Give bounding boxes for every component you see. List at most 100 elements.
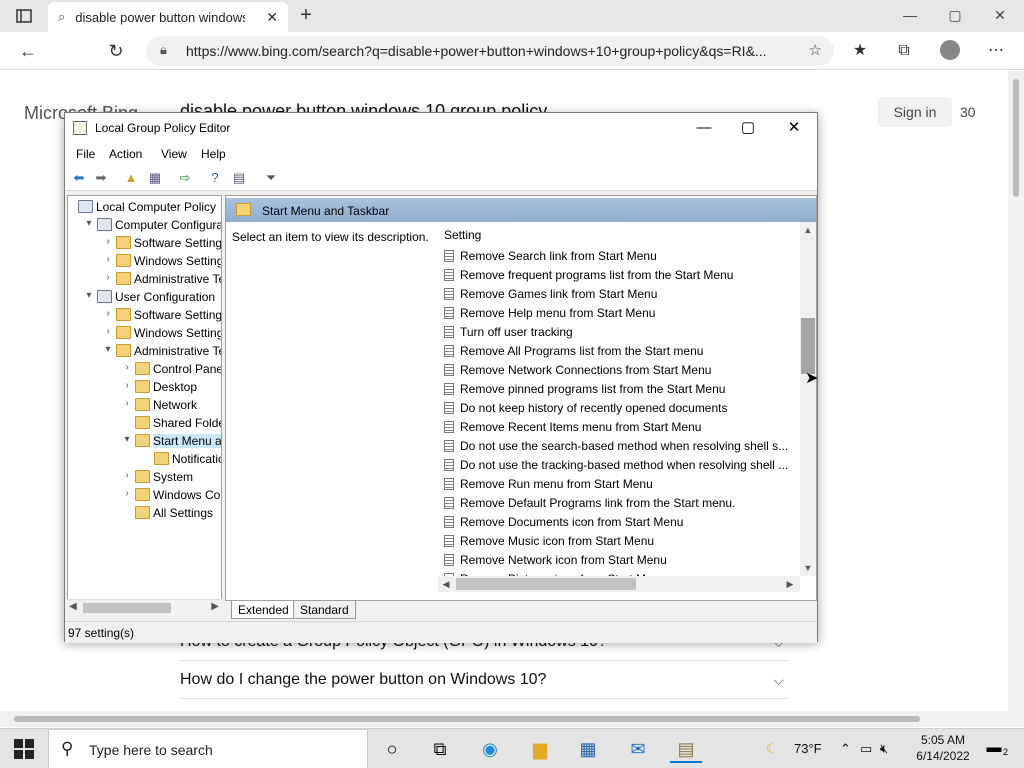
setting-row[interactable]: Remove Help menu from Start Menu	[442, 303, 800, 322]
show-hidden-icons-icon[interactable]: ⌃	[840, 741, 851, 757]
tree-expander-icon[interactable]: ›	[121, 470, 133, 481]
browser-tab[interactable]: ⌕ disable power button windows 10 group …	[48, 2, 288, 32]
setting-row[interactable]: Remove frequent programs list from the S…	[442, 265, 800, 284]
properties-icon[interactable]: ▤	[229, 169, 249, 187]
scroll-left-icon[interactable]: ◀	[438, 576, 454, 592]
store-app-button[interactable]: ▦	[572, 735, 604, 763]
tree-expander-icon[interactable]: ▾	[121, 434, 133, 445]
taskbar-search-box[interactable]: ⚲ Type here to search	[48, 729, 368, 768]
tree-item[interactable]: › Windows Settings	[68, 252, 221, 270]
tree-expander-icon[interactable]: ›	[121, 488, 133, 499]
tree-item[interactable]: › Software Settings	[68, 234, 221, 252]
tree-expander-icon[interactable]: ›	[121, 362, 133, 373]
weather-temp[interactable]: 73°F	[794, 741, 822, 756]
tree-item[interactable]: Notifications	[68, 450, 221, 468]
setting-row[interactable]: Remove Run menu from Start Menu	[442, 474, 800, 493]
tree-item[interactable]: ▾ Start Menu and Taskbar	[68, 432, 221, 450]
tree-item[interactable]: Shared Folders	[68, 414, 221, 432]
tab-extended[interactable]: Extended	[231, 601, 296, 619]
settings-horizontal-scrollbar[interactable]: ◀ ▶	[438, 576, 800, 592]
tree-expander-icon[interactable]: ›	[102, 236, 114, 247]
task-view-button[interactable]: ⧉	[424, 735, 456, 763]
tree-item[interactable]: › Network	[68, 396, 221, 414]
settings-hscroll-thumb[interactable]	[456, 578, 636, 590]
back-arrow-icon[interactable]: ⬅	[69, 169, 89, 187]
setting-row[interactable]: Turn off user tracking	[442, 322, 800, 341]
up-folder-icon[interactable]: ▲	[121, 169, 141, 187]
scroll-up-icon[interactable]: ▲	[800, 222, 816, 238]
tree-item[interactable]: › Desktop	[68, 378, 221, 396]
new-tab-button[interactable]: +	[296, 4, 316, 28]
favorites-button[interactable]: ★	[848, 40, 872, 62]
menu-file[interactable]: File	[76, 147, 95, 161]
profile-button[interactable]	[938, 40, 962, 62]
setting-row[interactable]: Do not keep history of recently opened d…	[442, 398, 800, 417]
tree-expander-icon[interactable]: ›	[102, 254, 114, 265]
export-list-icon[interactable]: ⇨	[175, 169, 195, 187]
notification-center-button[interactable]: ▬ 2	[984, 739, 1009, 757]
setting-row[interactable]: Remove Default Programs link from the St…	[442, 493, 800, 512]
tree-expander-icon[interactable]: ▾	[83, 290, 95, 301]
add-favorite-icon[interactable]: ☆	[809, 41, 822, 59]
settings-vertical-scrollbar[interactable]: ▲ ▼	[800, 222, 816, 576]
gpe-taskbar-button[interactable]: ▤	[670, 735, 702, 763]
tree-horizontal-scrollbar[interactable]: ◀ ▶	[67, 599, 222, 615]
setting-row[interactable]: Remove Pictures icon from Start Menu	[442, 569, 800, 576]
sign-in-button[interactable]: Sign in	[878, 97, 952, 127]
menu-action[interactable]: Action	[109, 147, 142, 161]
setting-row[interactable]: Remove Documents icon from Start Menu	[442, 512, 800, 531]
gpe-title-bar[interactable]: Local Group Policy Editor — ▢ ✕	[65, 113, 817, 143]
tree-expander-icon[interactable]: ▾	[83, 218, 95, 229]
setting-row[interactable]: Remove Search link from Start Menu	[442, 246, 800, 265]
tree-expander-icon[interactable]: ▾	[102, 344, 114, 355]
setting-column-header[interactable]: Setting	[438, 222, 802, 244]
scroll-right-icon[interactable]: ▶	[211, 601, 219, 612]
tree-expander-icon[interactable]: ›	[102, 326, 114, 337]
setting-row[interactable]: Do not use the search-based method when …	[442, 436, 800, 455]
scroll-right-icon[interactable]: ▶	[782, 576, 798, 592]
tree-item[interactable]: Local Computer Policy	[68, 198, 221, 216]
mail-app-button[interactable]: ✉	[622, 735, 654, 763]
setting-row[interactable]: Remove Network icon from Start Menu	[442, 550, 800, 569]
gpe-maximize-button[interactable]: ▢	[733, 117, 763, 139]
tree-item[interactable]: ▾ Computer Configuration	[68, 216, 221, 234]
settings-scroll-thumb[interactable]	[801, 318, 815, 374]
help-icon[interactable]: ?	[205, 169, 225, 187]
scroll-left-icon[interactable]: ◀	[69, 601, 77, 612]
browser-minimize-button[interactable]: —	[890, 4, 930, 26]
tree-item[interactable]: All Settings	[68, 504, 221, 522]
setting-row[interactable]: Remove Music icon from Start Menu	[442, 531, 800, 550]
scroll-down-icon[interactable]: ▼	[800, 560, 816, 576]
page-horizontal-scrollbar[interactable]	[0, 711, 1024, 727]
tree-expander-icon[interactable]: ›	[102, 308, 114, 319]
menu-help[interactable]: Help	[201, 147, 226, 161]
rewards-count[interactable]: 30	[960, 104, 976, 120]
volume-muted-icon[interactable]: 🔇︎	[880, 741, 888, 757]
browser-maximize-button[interactable]: ▢	[935, 4, 975, 26]
tree-item[interactable]: › Administrative Templates	[68, 270, 221, 288]
url-input[interactable]: 🔒︎ https://www.bing.com/search?q=disable…	[146, 36, 834, 66]
weather-icon[interactable]: ☾	[766, 741, 778, 757]
page-hscroll-thumb[interactable]	[14, 716, 920, 722]
tree-expander-icon[interactable]: ›	[102, 272, 114, 283]
setting-row[interactable]: Do not use the tracking-based method whe…	[442, 455, 800, 474]
tree-item[interactable]: › Windows Components	[68, 486, 221, 504]
tree-item[interactable]: › Control Panel	[68, 360, 221, 378]
faq-item[interactable]: How do I change the power button on Wind…	[180, 661, 788, 699]
browser-close-button[interactable]: ✕	[980, 4, 1020, 26]
clock[interactable]: 5:05 AM 6/14/2022	[912, 732, 974, 764]
setting-row[interactable]: Remove pinned programs list from the Sta…	[442, 379, 800, 398]
tab-standard[interactable]: Standard	[293, 601, 356, 619]
page-vertical-scrollbar[interactable]	[1008, 71, 1024, 714]
tab-actions-button[interactable]	[10, 6, 38, 26]
tree-expander-icon[interactable]: ›	[121, 380, 133, 391]
collections-button[interactable]: ⧉	[892, 40, 916, 62]
tree-expander-icon[interactable]: ›	[121, 398, 133, 409]
edge-app-button[interactable]: ◉	[474, 735, 506, 763]
tree-scroll-thumb[interactable]	[83, 603, 171, 613]
gpe-minimize-button[interactable]: —	[689, 117, 719, 139]
tree-item[interactable]: › Windows Settings	[68, 324, 221, 342]
tree-item[interactable]: ▾ User Configuration	[68, 288, 221, 306]
forward-arrow-icon[interactable]: ➡	[91, 169, 111, 187]
file-explorer-button[interactable]: ▆	[524, 735, 556, 763]
